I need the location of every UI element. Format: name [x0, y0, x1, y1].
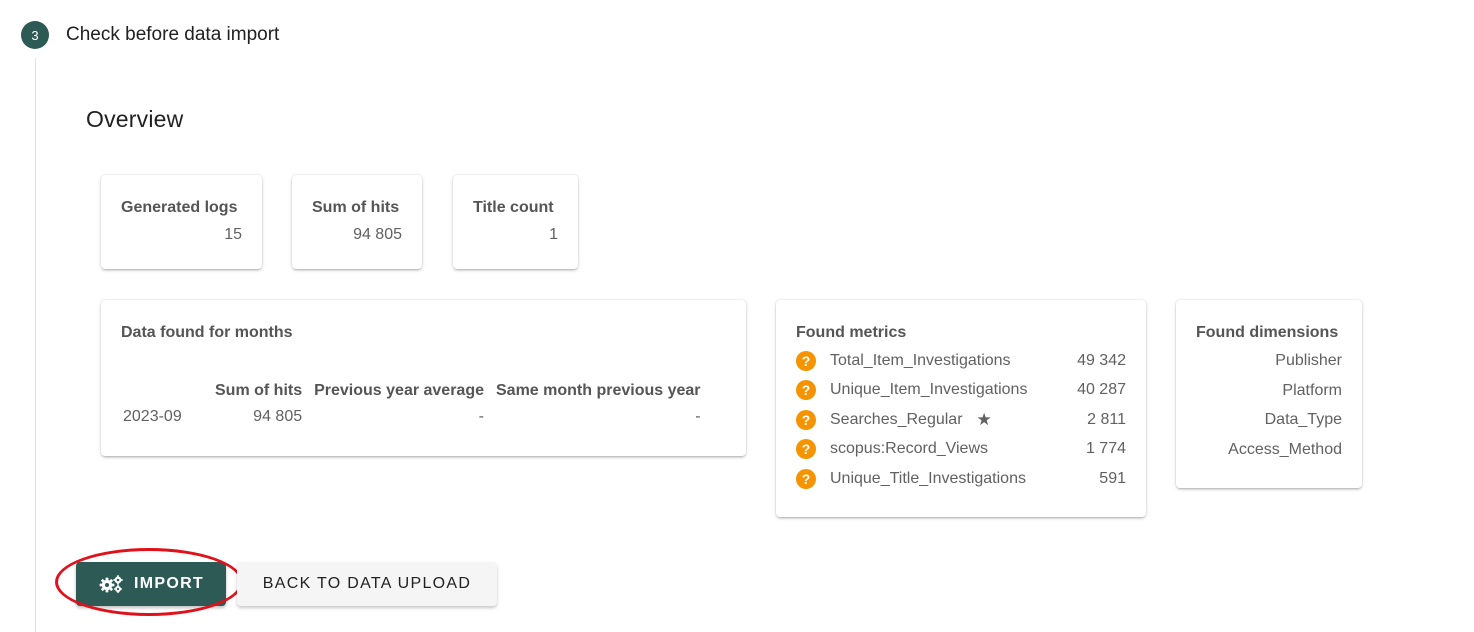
metric-row: ? Unique_Title_Investigations 591: [796, 464, 1126, 494]
step-header: 3 Check before data import: [21, 21, 279, 49]
same-month-cell: -: [695, 408, 701, 425]
metric-name: Unique_Title_Investigations: [830, 469, 1026, 487]
stat-label: Title count: [473, 199, 554, 216]
months-table: Sum of hits Previous year average Same m…: [121, 380, 707, 432]
metric-row: ? Total_Item_Investigations 49 342: [796, 346, 1126, 376]
metric-name: Total_Item_Investigations: [830, 351, 1011, 369]
months-card: Data found for months Sum of hits Previo…: [101, 300, 746, 456]
metric-name: Searches_Regular: [830, 410, 963, 428]
metric-row: ? Unique_Item_Investigations 40 287: [796, 376, 1126, 406]
back-button-label: Back to data upload: [262, 575, 472, 592]
import-button[interactable]: Import: [76, 562, 226, 606]
metric-value: 1 774: [1085, 440, 1126, 458]
month-column-header: [121, 380, 209, 402]
import-button-label: Import: [133, 575, 205, 592]
metrics-card-title: Found metrics: [796, 324, 907, 341]
star-icon: ★: [976, 409, 992, 429]
dimension-item: Data_Type: [1264, 411, 1342, 428]
question-icon[interactable]: ?: [796, 409, 816, 430]
sum-of-hits-card: Sum of hits 94 805: [292, 175, 422, 269]
metric-value: 40 287: [1077, 381, 1126, 399]
dimension-item: Platform: [1282, 381, 1342, 399]
generated-logs-card: Generated logs 15: [101, 175, 262, 269]
dimensions-card-title: Found dimensions: [1196, 324, 1339, 341]
metric-name-wrapper: Searches_Regular ★: [830, 410, 1066, 430]
dimensions-card: Found dimensions Publisher Platform Data…: [1176, 300, 1362, 488]
column-header: Same month previous year: [496, 382, 701, 399]
stat-value: 94 805: [353, 226, 402, 243]
question-icon[interactable]: ?: [796, 439, 816, 460]
title-count-card: Title count 1: [453, 175, 578, 269]
metric-name: Unique_Item_Investigations: [830, 381, 1028, 399]
metric-row: ? Searches_Regular ★ 2 811: [796, 405, 1126, 435]
question-icon[interactable]: ?: [796, 350, 816, 371]
dimension-item: Publisher: [1275, 352, 1342, 369]
question-icon[interactable]: ?: [796, 468, 816, 489]
sum-cell: 94 805: [253, 408, 303, 425]
metric-name: scopus:Record_Views: [830, 440, 989, 458]
column-header: Sum of hits: [215, 382, 303, 399]
metric-value: 2 811: [1087, 410, 1126, 428]
overview-title: Overview: [86, 106, 184, 132]
metrics-card: Found metrics ? Total_Item_Investigation…: [776, 300, 1146, 517]
column-header: Previous year average: [314, 382, 484, 399]
metric-row: ? scopus:Record_Views 1 774: [796, 435, 1126, 465]
question-icon[interactable]: ?: [796, 380, 816, 401]
back-to-data-upload-button[interactable]: Back to data upload: [237, 562, 497, 606]
prev-avg-cell: -: [478, 408, 484, 425]
month-cell: 2023-09: [123, 408, 182, 425]
stat-value: 1: [549, 226, 558, 243]
dimension-item: Access_Method: [1228, 440, 1342, 458]
metric-value: 49 342: [1077, 351, 1126, 369]
step-title: Check before data import: [66, 24, 280, 45]
step-number-badge: 3: [21, 21, 49, 49]
table-row: 2023-09 94 805 - -: [121, 402, 707, 432]
stepper-line: [35, 58, 36, 632]
cogs-icon: [99, 575, 123, 593]
metric-value: 591: [1099, 469, 1126, 487]
stat-value: 15: [224, 226, 242, 243]
stat-label: Generated logs: [121, 199, 238, 216]
stat-label: Sum of hits: [312, 199, 400, 216]
months-card-title: Data found for months: [121, 324, 293, 341]
